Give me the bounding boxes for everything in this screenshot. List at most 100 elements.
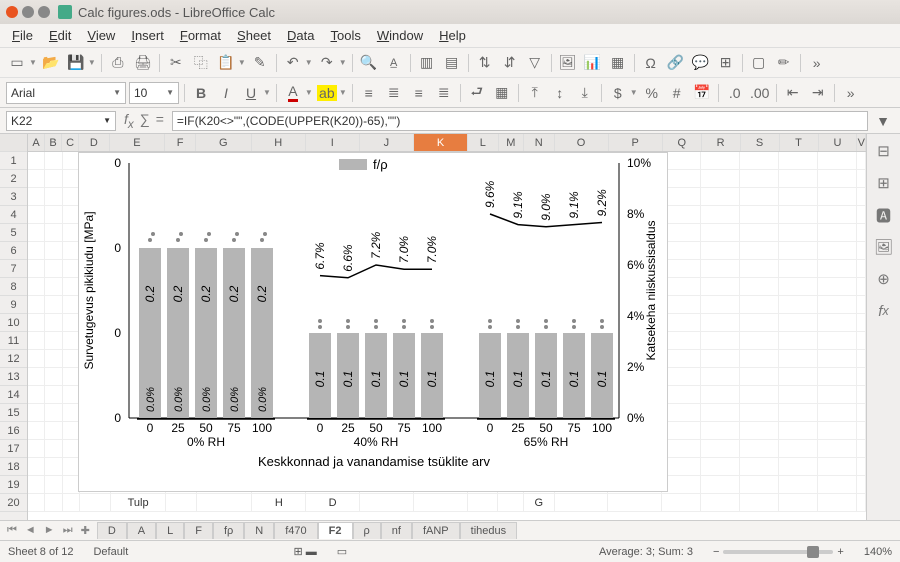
cell[interactable] <box>818 422 857 439</box>
row-header[interactable]: 15 <box>0 404 27 422</box>
col-header[interactable]: H <box>252 134 306 151</box>
row-header[interactable]: 16 <box>0 422 27 440</box>
cell[interactable]: D <box>306 494 360 511</box>
cell[interactable] <box>740 350 779 367</box>
pivot-icon[interactable]: ▦ <box>607 52 629 74</box>
cell[interactable] <box>818 386 857 403</box>
menu-insert[interactable]: Insert <box>123 25 172 46</box>
find-icon[interactable]: 🔍 <box>358 52 380 74</box>
cell[interactable] <box>779 296 818 313</box>
menu-data[interactable]: Data <box>279 25 322 46</box>
cell[interactable] <box>701 422 740 439</box>
formula-bar[interactable]: K22▼ fx ∑ = =IF(K20<>"",(CODE(UPPER(K20)… <box>0 108 900 134</box>
cell[interactable] <box>45 440 62 457</box>
cell[interactable] <box>45 296 62 313</box>
valign-top-icon[interactable]: ⤒ <box>524 82 546 104</box>
cell[interactable] <box>740 404 779 421</box>
cell[interactable] <box>740 386 779 403</box>
cell[interactable] <box>28 260 45 277</box>
col-header[interactable]: C <box>62 134 79 151</box>
selection-mode[interactable]: ▭ <box>337 545 347 558</box>
cell[interactable] <box>857 476 866 493</box>
autofilter-icon[interactable]: ▽ <box>524 52 546 74</box>
cell[interactable]: G <box>524 494 555 511</box>
cell[interactable] <box>701 494 740 511</box>
cell[interactable] <box>28 458 45 475</box>
cell[interactable] <box>662 188 701 205</box>
cell[interactable] <box>740 224 779 241</box>
cell[interactable] <box>166 494 197 511</box>
cell[interactable] <box>701 476 740 493</box>
zoom-out-icon[interactable]: − <box>713 546 719 558</box>
cell[interactable] <box>28 224 45 241</box>
cell[interactable] <box>45 332 62 349</box>
cell[interactable] <box>818 404 857 421</box>
cell[interactable] <box>818 224 857 241</box>
row-icon[interactable]: ▥ <box>416 52 438 74</box>
open-icon[interactable]: 📂 <box>40 52 62 74</box>
more2-icon[interactable]: » <box>840 82 862 104</box>
clone-icon[interactable]: ✎ <box>249 52 271 74</box>
row-header[interactable]: 18 <box>0 458 27 476</box>
cell[interactable] <box>818 314 857 331</box>
embedded-chart[interactable]: 0000Survetugevus pikikiudu [MPa]0%2%4%6%… <box>78 152 668 492</box>
cell[interactable] <box>45 188 62 205</box>
functions-icon[interactable]: fx <box>873 300 895 322</box>
col-header[interactable]: I <box>306 134 360 151</box>
cell[interactable] <box>740 296 779 313</box>
cell[interactable] <box>740 440 779 457</box>
image-icon[interactable]: 🖼 <box>557 52 579 74</box>
italic-icon[interactable]: I <box>215 82 237 104</box>
cell[interactable] <box>662 206 701 223</box>
cell[interactable] <box>857 260 866 277</box>
cell[interactable] <box>28 296 45 313</box>
dec-inc-icon[interactable]: .0 <box>724 82 746 104</box>
cell[interactable] <box>818 476 857 493</box>
cell[interactable] <box>45 152 62 169</box>
sheet-tab[interactable]: D <box>97 522 127 539</box>
row-header[interactable]: 13 <box>0 368 27 386</box>
menu-tools[interactable]: Tools <box>323 25 369 46</box>
cell[interactable] <box>28 422 45 439</box>
cell[interactable] <box>701 188 740 205</box>
cell[interactable] <box>701 350 740 367</box>
cell[interactable] <box>28 188 45 205</box>
cell[interactable] <box>662 422 701 439</box>
menu-help[interactable]: Help <box>431 25 474 46</box>
cell[interactable] <box>740 206 779 223</box>
cell[interactable] <box>45 260 62 277</box>
cell[interactable] <box>740 422 779 439</box>
cell[interactable] <box>779 422 818 439</box>
sheet-tabs[interactable]: ⏮ ◄ ► ⏭ ✚ DALFfρNf470F2ρnffANPtihedus <box>0 520 900 540</box>
cell[interactable] <box>818 440 857 457</box>
cell[interactable] <box>28 278 45 295</box>
sheet-tab[interactable]: F <box>184 522 213 539</box>
tab-prev-icon[interactable]: ◄ <box>22 524 39 537</box>
col-header[interactable]: J <box>360 134 414 151</box>
row-header[interactable]: 8 <box>0 278 27 296</box>
cell[interactable] <box>45 458 62 475</box>
row-header[interactable]: 9 <box>0 296 27 314</box>
sidebar-toggle-icon[interactable]: ⊟ <box>873 140 895 162</box>
cell[interactable] <box>662 386 701 403</box>
cell[interactable] <box>857 278 866 295</box>
row-header[interactable]: 14 <box>0 386 27 404</box>
cell[interactable] <box>28 404 45 421</box>
cell[interactable] <box>498 494 524 511</box>
cell[interactable] <box>818 296 857 313</box>
row-header[interactable]: 2 <box>0 170 27 188</box>
cell[interactable] <box>197 494 252 511</box>
cell[interactable] <box>45 242 62 259</box>
formatting-toolbar[interactable]: Arial▼ 10▼ B I U▼ A▼ ab▼ ≡ ≣ ≡ ≣ ⮐ ▦ ⤒ ↕… <box>0 78 900 108</box>
cell[interactable] <box>28 332 45 349</box>
cell[interactable] <box>818 350 857 367</box>
col-header[interactable]: S <box>741 134 780 151</box>
cell[interactable] <box>818 242 857 259</box>
spreadsheet-grid[interactable]: 1234567891011121314151617181920 ABCDEFGH… <box>0 134 900 520</box>
cell[interactable] <box>857 224 866 241</box>
cell[interactable] <box>28 494 45 511</box>
cell[interactable] <box>45 368 62 385</box>
sheet-tab[interactable]: ρ <box>353 522 381 539</box>
cell[interactable] <box>45 350 62 367</box>
cell[interactable] <box>857 350 866 367</box>
